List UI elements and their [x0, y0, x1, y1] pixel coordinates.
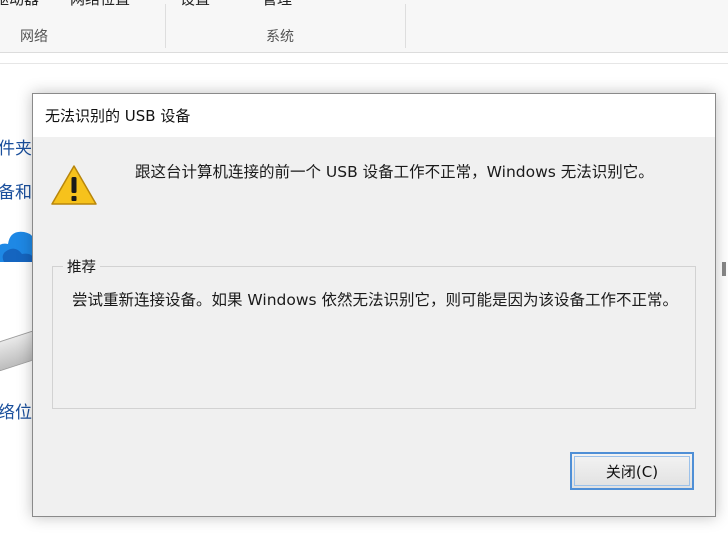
- nav-item-devices[interactable]: 备和: [0, 178, 32, 203]
- ribbon-item-drive[interactable]: 驱动器: [0, 0, 39, 9]
- explorer-ribbon: 驱动器 网络位置 设置 管理 网络 系统: [0, 0, 728, 53]
- ribbon-group-system: 系统: [266, 29, 294, 45]
- dialog-titlebar[interactable]: 无法识别的 USB 设备: [33, 94, 715, 137]
- dialog-title: 无法识别的 USB 设备: [45, 107, 191, 125]
- scroll-indicator: [722, 262, 726, 276]
- ribbon-group-network: 网络: [20, 29, 48, 45]
- ribbon-divider: [405, 4, 406, 48]
- recommendation-group: 推荐 尝试重新连接设备。如果 Windows 依然无法识别它，则可能是因为该设备…: [52, 256, 696, 409]
- ribbon-item-settings[interactable]: 设置: [180, 0, 210, 9]
- error-message: 跟这台计算机连接的前一个 USB 设备工作不正常，Windows 无法识别它。: [135, 163, 654, 181]
- usb-error-dialog: 无法识别的 USB 设备 跟这台计算机连接的前一个 USB 设备工作不正常，Wi…: [32, 93, 716, 517]
- recommendation-heading: 推荐: [63, 256, 100, 277]
- recommendation-text: 尝试重新连接设备。如果 Windows 依然无法识别它，则可能是因为该设备工作不…: [72, 291, 679, 309]
- nav-item-network-locations[interactable]: 络位: [0, 398, 32, 423]
- warning-icon: [51, 165, 97, 205]
- close-button[interactable]: 关闭(C): [570, 452, 694, 490]
- nav-item-folders[interactable]: 件夹: [0, 134, 32, 159]
- ribbon-item-manage[interactable]: 管理: [262, 0, 292, 9]
- ribbon-item-network-location[interactable]: 网络位置: [70, 0, 130, 9]
- ribbon-divider: [165, 4, 166, 48]
- address-bar-divider: [0, 63, 728, 64]
- network-drive-icon: [0, 330, 34, 372]
